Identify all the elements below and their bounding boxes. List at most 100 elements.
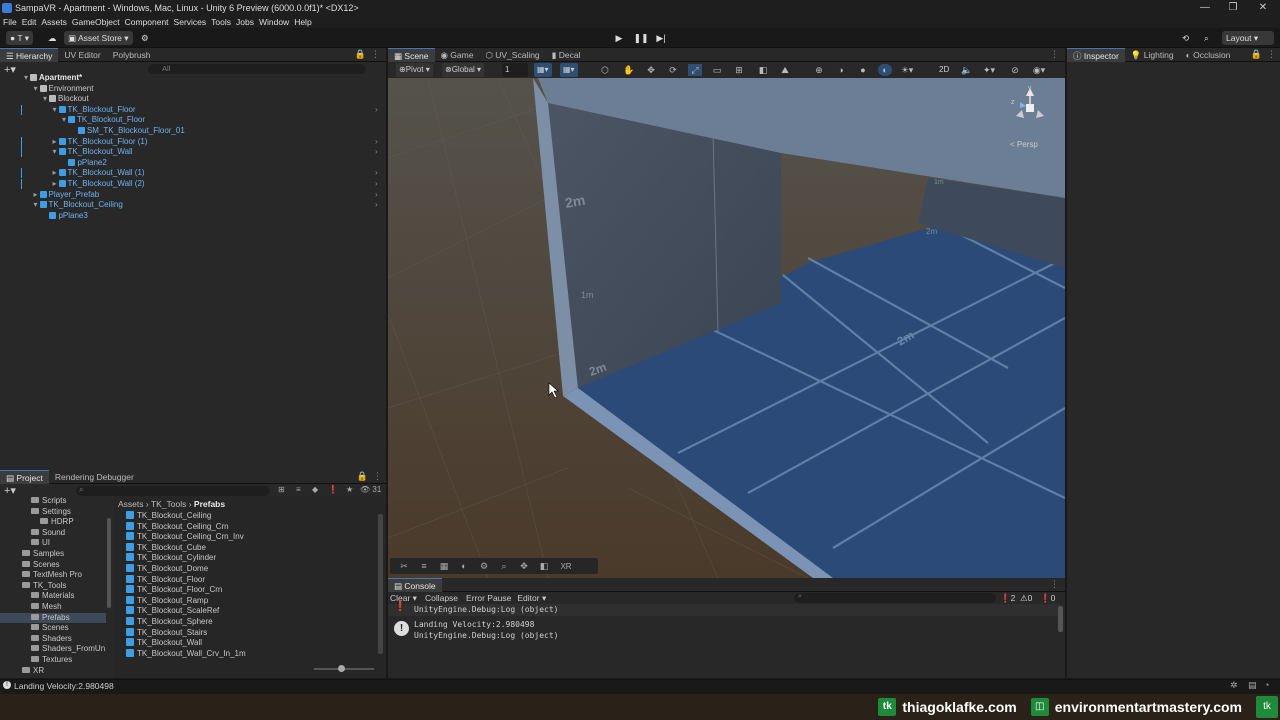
- breadcrumb-tk-tools[interactable]: TK_Tools: [151, 499, 186, 509]
- folder-item[interactable]: TK_Tools: [0, 581, 106, 592]
- global-dropdown[interactable]: ⊗Global ▾: [442, 63, 485, 77]
- hierarchy-item[interactable]: ▸ TK_Blockout_Wall (2): [53, 179, 145, 190]
- hierarchy-item[interactable]: ▸ TK_Blockout_Wall (1): [53, 168, 145, 179]
- tab-game[interactable]: ◉ Game: [435, 48, 480, 62]
- layout-dropdown[interactable]: Layout ▾: [1222, 31, 1274, 45]
- asset-item[interactable]: TK_Blockout_Floor_Crn: [126, 585, 222, 596]
- gizmo-orientation-icon[interactable]: ⊕: [812, 64, 826, 76]
- folder-item[interactable]: Shaders: [0, 634, 106, 645]
- persp-label[interactable]: < Persp: [1010, 140, 1038, 149]
- overlay-xr-button[interactable]: XR: [554, 562, 578, 571]
- tab-uv-editor[interactable]: UV Editor: [58, 48, 106, 62]
- expand-arrow-icon[interactable]: ▾: [53, 147, 57, 156]
- warning-count-badge[interactable]: ⚠0: [1020, 593, 1032, 604]
- hidden-objects-icon[interactable]: ⊘: [1008, 64, 1022, 76]
- favorites-star-icon[interactable]: ★: [346, 485, 353, 494]
- folder-item[interactable]: Prefabs: [0, 612, 106, 624]
- error-pause-button[interactable]: Error Pause: [466, 593, 511, 603]
- open-prefab-arrow-icon[interactable]: ›: [375, 137, 378, 148]
- hierarchy-item[interactable]: ▸ Player_Prefab: [34, 190, 100, 201]
- asset-item[interactable]: TK_Blockout_Wall: [126, 638, 202, 649]
- error-count-badge[interactable]: ❗0: [1040, 593, 1055, 604]
- expand-arrow-icon[interactable]: ▾: [34, 200, 38, 209]
- open-prefab-arrow-icon[interactable]: ›: [375, 147, 378, 158]
- scale-tool-icon[interactable]: ⤢: [688, 64, 702, 76]
- console-log-row[interactable]: ❗ UnityEngine.Debug:Log (object): [388, 601, 1060, 616]
- breadcrumb-assets[interactable]: Assets: [118, 499, 144, 509]
- rotate-tool-icon[interactable]: ⟳: [666, 64, 680, 76]
- lighting-toggle-icon[interactable]: ☀▾: [900, 64, 914, 76]
- tab-uv-scaling[interactable]: ⬡ UV_Scaling: [479, 48, 545, 62]
- folder-item[interactable]: Scenes: [0, 623, 106, 634]
- asset-item[interactable]: TK_Blockout_Stairs: [126, 627, 207, 639]
- pause-button[interactable]: ❚❚: [632, 31, 650, 45]
- grid-visibility-button[interactable]: ▦▾: [560, 63, 578, 77]
- hierarchy-item[interactable]: ▾ Blockout: [43, 94, 89, 105]
- lock-icon[interactable]: 🔒: [355, 49, 366, 60]
- tab-lighting[interactable]: 💡 Lighting: [1125, 48, 1180, 62]
- shading-wireframe-icon[interactable]: ◑: [834, 64, 848, 76]
- overlay-search-icon[interactable]: ⌕: [494, 561, 514, 572]
- open-prefab-arrow-icon[interactable]: ›: [375, 190, 378, 201]
- editor-dropdown[interactable]: Editor ▾: [517, 593, 546, 604]
- asset-item[interactable]: TK_Blockout_ScaleRef: [126, 606, 219, 617]
- overlay-tool-1-icon[interactable]: ✂: [394, 561, 414, 572]
- folder-item[interactable]: Shaders_FromUn: [0, 644, 106, 655]
- menu-item-services[interactable]: Services: [174, 17, 207, 27]
- asset-scrollbar[interactable]: [378, 514, 383, 654]
- overlay-tool-3-icon[interactable]: ▦: [434, 561, 454, 572]
- overlay-tool-4-icon[interactable]: ◐: [454, 561, 474, 571]
- minimize-button[interactable]: —: [1198, 2, 1212, 14]
- open-prefab-arrow-icon[interactable]: ›: [375, 105, 378, 116]
- history-icon[interactable]: ⟲: [1178, 31, 1193, 45]
- close-button[interactable]: ✕: [1256, 2, 1270, 14]
- console-scrollbar[interactable]: [1058, 606, 1063, 632]
- status-text[interactable]: Landing Velocity:2.980498: [14, 681, 114, 691]
- inspector-menu-icon[interactable]: ⋮: [1267, 49, 1276, 60]
- menu-item-component[interactable]: Component: [125, 17, 169, 27]
- zoom-slider-handle[interactable]: [338, 665, 345, 672]
- expand-arrow-icon[interactable]: ▾: [34, 84, 38, 93]
- filter-tag-icon[interactable]: ◆: [312, 485, 318, 494]
- tab-hierarchy[interactable]: ☰ Hierarchy: [0, 47, 59, 62]
- expand-arrow-icon[interactable]: ▸: [53, 179, 57, 188]
- open-prefab-arrow-icon[interactable]: ›: [375, 168, 378, 179]
- project-search-input[interactable]: ⌕: [76, 485, 270, 496]
- scene-viewport[interactable]: 2m 1m 2m 1m 2m 2m y z < Persp ✂ ≡ ▦ ◐ ⚙ …: [388, 78, 1065, 578]
- scene-menu-icon[interactable]: ⋮: [1050, 49, 1059, 60]
- asset-item[interactable]: TK_Blockout_Cube: [126, 542, 206, 554]
- tab-rendering-debugger[interactable]: Rendering Debugger: [49, 470, 140, 484]
- console-search-input[interactable]: ⌕: [794, 593, 996, 603]
- grid-snap-button[interactable]: ▦▾: [534, 63, 552, 77]
- tab-scene[interactable]: ▦ Scene: [388, 47, 435, 62]
- filter-warning-icon[interactable]: ❗: [328, 485, 338, 494]
- orientation-gizmo[interactable]: y z: [1008, 84, 1052, 128]
- overlay-move-icon[interactable]: ✥: [514, 561, 534, 572]
- draw-mode-icon[interactable]: ⬡: [598, 64, 612, 76]
- mode-2d-button[interactable]: 2D: [936, 63, 952, 77]
- hierarchy-item[interactable]: ▸ TK_Blockout_Floor (1): [53, 137, 148, 148]
- tab-occlusion[interactable]: ◐ Occlusion: [1180, 48, 1237, 62]
- asset-item[interactable]: TK_Blockout_Ceiling_Crn_Inv: [126, 532, 244, 543]
- snap-value-input[interactable]: 1: [502, 63, 528, 77]
- folder-item[interactable]: Settings: [0, 507, 106, 518]
- hierarchy-item[interactable]: ▾ Apartment*: [24, 73, 82, 84]
- asset-item[interactable]: TK_Blockout_Wall_Crv_In_1m: [126, 648, 246, 660]
- tab-polybrush[interactable]: Polybrush: [107, 48, 157, 62]
- console-log-row[interactable]: ! Landing Velocity:2.980498 UnityEngine.…: [388, 618, 1060, 642]
- effects-toggle-icon[interactable]: ✦▾: [982, 64, 996, 76]
- console-menu-icon[interactable]: ⋮: [1050, 579, 1059, 590]
- menu-item-edit[interactable]: Edit: [22, 17, 37, 27]
- audio-toggle-icon[interactable]: 🔈: [960, 64, 974, 76]
- tab-decal[interactable]: ▮ Decal: [546, 48, 587, 62]
- menu-item-assets[interactable]: Assets: [41, 17, 67, 27]
- folder-item[interactable]: Samples: [0, 549, 106, 560]
- hierarchy-item[interactable]: ▾ TK_Blockout_Wall: [53, 147, 133, 158]
- account-button[interactable]: ● T ▾: [6, 31, 34, 45]
- status-debug-icon[interactable]: ✲: [1230, 680, 1238, 691]
- folder-item[interactable]: Textures: [0, 655, 106, 666]
- tab-inspector[interactable]: ⓘ Inspector: [1067, 47, 1125, 62]
- folder-item[interactable]: TextMesh Pro: [0, 570, 106, 581]
- log-count-badge[interactable]: ❗2: [1000, 593, 1015, 604]
- menu-item-file[interactable]: File: [3, 17, 17, 27]
